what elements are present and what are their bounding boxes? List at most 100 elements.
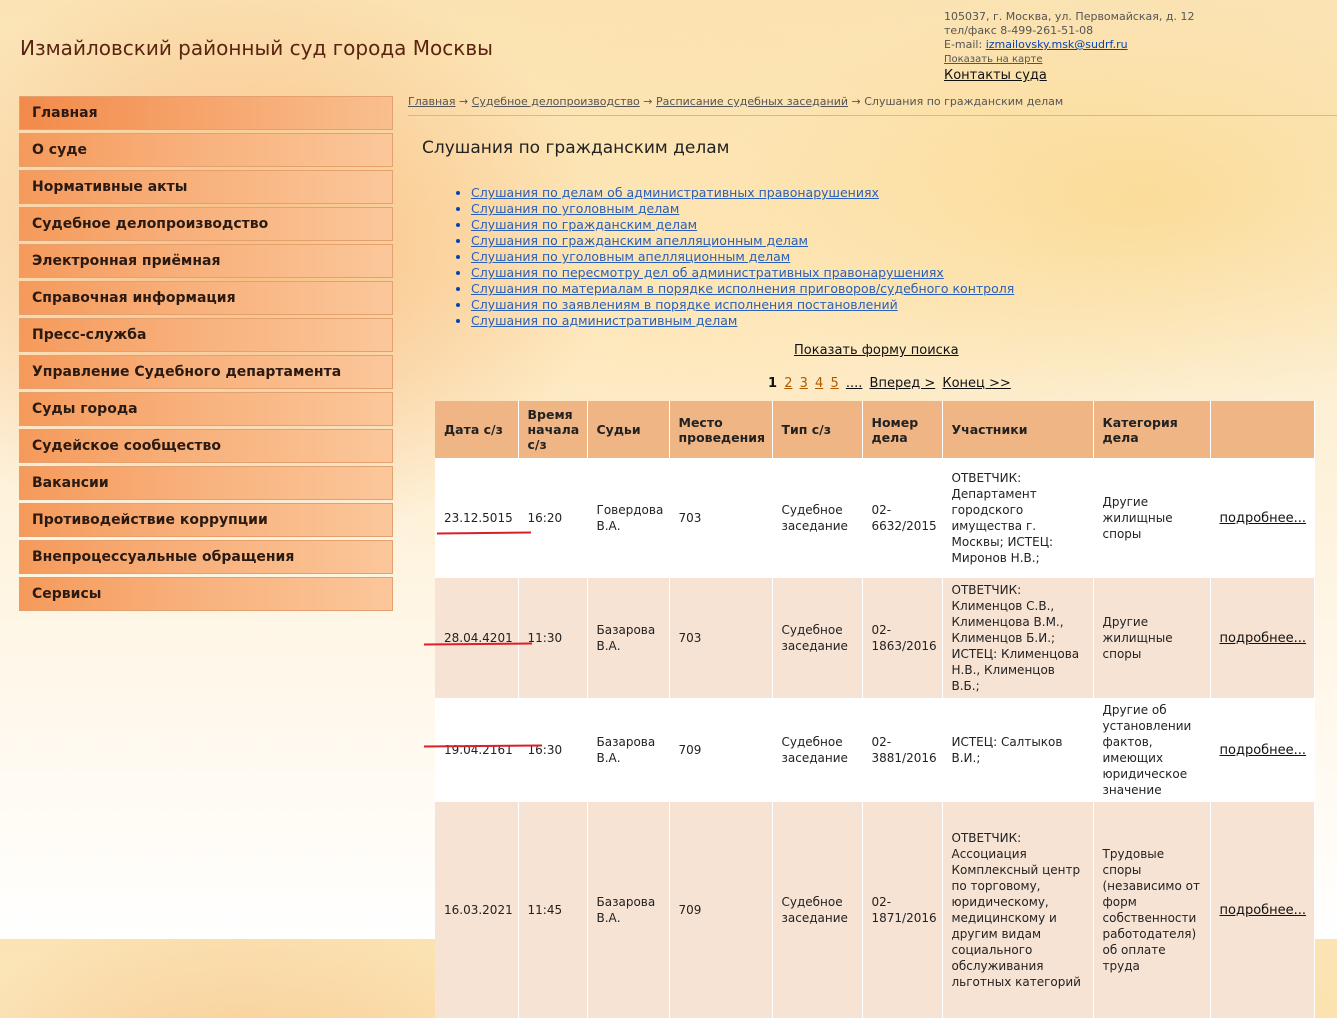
breadcrumb-current: Слушания по гражданским делам (864, 95, 1064, 108)
details-link[interactable]: подробнее... (1220, 631, 1307, 646)
cell-date: 19.04.2161 (435, 698, 519, 802)
map-link[interactable]: Показать на карте (944, 54, 1043, 65)
list-item: Слушания по материалам в порядке исполне… (471, 281, 1014, 297)
show-search-form-link[interactable]: Показать форму поиска (794, 343, 959, 358)
pager-next[interactable]: Вперед > (870, 376, 936, 391)
email-link[interactable]: izmailovsky.msk@sudrf.ru (986, 38, 1128, 51)
sidebar-item-normative-acts[interactable]: Нормативные акты (19, 170, 393, 204)
pager-page-4[interactable]: 4 (815, 376, 823, 391)
column-header-category: Категория дела (1093, 401, 1211, 458)
table-header-row: Дата с/з Время начала с/з Судьи Место пр… (435, 401, 1315, 458)
cell-time: 11:45 (518, 802, 588, 1018)
sidebar-item-appeals[interactable]: Внепроцессуальные обращения (19, 540, 393, 574)
list-item: Слушания по уголовным делам (471, 201, 1014, 217)
table-row: 23.12.5015 16:20 Говердова В.А. 703 Суде… (435, 458, 1315, 578)
column-header-date: Дата с/з (435, 401, 519, 458)
breadcrumb-proceedings[interactable]: Судебное делопроизводство (472, 95, 640, 108)
cell-place: 703 (669, 458, 773, 578)
sidebar-item-city-courts[interactable]: Суды города (19, 392, 393, 426)
cell-participants: ИСТЕЦ: Салтыков В.И.; (942, 698, 1094, 802)
cell-type: Судебное заседание (772, 802, 863, 1018)
sidebar-item-proceedings[interactable]: Судебное делопроизводство (19, 207, 393, 241)
cell-participants: ОТВЕТЧИК: Ассоциация Комплексный центр п… (942, 802, 1094, 1018)
list-item: Слушания по административным делам (471, 313, 1014, 329)
sidebar-item-reference[interactable]: Справочная информация (19, 281, 393, 315)
link-civil-appeal[interactable]: Слушания по гражданским апелляционным де… (471, 233, 808, 248)
link-sentence-execution[interactable]: Слушания по материалам в порядке исполне… (471, 281, 1014, 296)
table-row: 28.04.4201 11:30 Базарова В.А. 703 Судеб… (435, 578, 1315, 698)
header-divider (408, 115, 1337, 116)
cell-case-number: 02-1863/2016 (862, 578, 943, 698)
sidebar-nav: Главная О суде Нормативные акты Судебное… (19, 96, 393, 614)
cell-details: подробнее... (1210, 458, 1315, 578)
pager-page-2[interactable]: 2 (784, 376, 792, 391)
sidebar-item-department[interactable]: Управление Судебного департамента (19, 355, 393, 389)
pager-last[interactable]: Конец >> (942, 376, 1010, 391)
cell-participants: ОТВЕТЧИК: Департамент городского имущест… (942, 458, 1094, 578)
cell-judge: Базарова В.А. (587, 578, 670, 698)
table-row: 19.04.2161 16:30 Базарова В.А. 709 Судеб… (435, 698, 1315, 802)
details-link[interactable]: подробнее... (1220, 743, 1307, 758)
list-item: Слушания по уголовным апелляционным дела… (471, 249, 1014, 265)
cell-participants: ОТВЕТЧИК: Клименцов С.В., Клименцова В.М… (942, 578, 1094, 698)
list-item: Слушания по гражданским делам (471, 217, 1014, 233)
cell-details: подробнее... (1210, 578, 1315, 698)
link-criminal-appeal[interactable]: Слушания по уголовным апелляционным дела… (471, 249, 790, 264)
cell-time: 16:20 (518, 458, 588, 578)
link-administrative[interactable]: Слушания по административным делам (471, 313, 737, 328)
table-row: 16.03.2021 11:45 Базарова В.А. 709 Судеб… (435, 802, 1315, 1018)
breadcrumb: Главная → Судебное делопроизводство → Ра… (408, 95, 1063, 108)
link-criminal[interactable]: Слушания по уголовным делам (471, 201, 679, 216)
cell-judge: Базарова В.А. (587, 802, 670, 1018)
cell-type: Судебное заседание (772, 458, 863, 578)
column-header-details (1210, 401, 1315, 458)
pagination: 1 2 3 4 5 .... Вперед > Конец >> (768, 376, 1014, 391)
link-decree-execution[interactable]: Слушания по заявлениям в порядке исполне… (471, 297, 898, 312)
list-item: Слушания по пересмотру дел об администра… (471, 265, 1014, 281)
contacts-link[interactable]: Контакты суда (944, 69, 1047, 83)
cell-time: 11:30 (518, 578, 588, 698)
breadcrumb-separator: → (459, 95, 469, 108)
cell-judge: Базарова В.А. (587, 698, 670, 802)
sidebar-item-home[interactable]: Главная (19, 96, 393, 130)
cell-type: Судебное заседание (772, 578, 863, 698)
column-header-time: Время начала с/з (518, 401, 588, 458)
cell-details: подробнее... (1210, 802, 1315, 1018)
cell-date: 28.04.4201 (435, 578, 519, 698)
link-admin-review[interactable]: Слушания по пересмотру дел об администра… (471, 265, 944, 280)
sidebar-item-e-reception[interactable]: Электронная приёмная (19, 244, 393, 278)
breadcrumb-home[interactable]: Главная (408, 95, 456, 108)
email-label: E-mail: (944, 38, 983, 51)
cell-case-number: 02-6632/2015 (862, 458, 943, 578)
cell-category: Трудовые споры (независимо от форм собст… (1093, 802, 1211, 1018)
link-civil[interactable]: Слушания по гражданским делам (471, 217, 697, 232)
sidebar-item-about[interactable]: О суде (19, 133, 393, 167)
breadcrumb-schedule[interactable]: Расписание судебных заседаний (656, 95, 848, 108)
column-header-place: Место проведения (669, 401, 773, 458)
phone-text: тел/факс 8-499-261-51-08 (944, 24, 1094, 37)
details-link[interactable]: подробнее... (1220, 903, 1307, 918)
hearing-type-links: Слушания по делам об административных пр… (455, 185, 1014, 329)
cell-place: 703 (669, 578, 773, 698)
link-admin-offences[interactable]: Слушания по делам об административных пр… (471, 185, 879, 200)
list-item: Слушания по гражданским апелляционным де… (471, 233, 1014, 249)
cell-date: 23.12.5015 (435, 458, 519, 578)
sidebar-item-press[interactable]: Пресс-служба (19, 318, 393, 352)
sidebar-item-services[interactable]: Сервисы (19, 577, 393, 611)
cell-date: 16.03.2021 (435, 802, 519, 1018)
pager-current-page: 1 (768, 376, 778, 391)
pager-page-5[interactable]: 5 (830, 376, 838, 391)
column-header-case-number: Номер дела (862, 401, 943, 458)
pager-page-3[interactable]: 3 (800, 376, 808, 391)
sidebar-item-judicial-community[interactable]: Судейское сообщество (19, 429, 393, 463)
column-header-participants: Участники (942, 401, 1094, 458)
pager-ellipsis[interactable]: .... (846, 376, 863, 391)
contacts-block: 105037, г. Москва, ул. Первомайская, д. … (944, 10, 1194, 83)
page-title: Слушания по гражданским делам (422, 138, 730, 158)
email-line: E-mail: izmailovsky.msk@sudrf.ru (944, 38, 1194, 52)
details-link[interactable]: подробнее... (1220, 511, 1307, 526)
sidebar-item-vacancies[interactable]: Вакансии (19, 466, 393, 500)
cell-time: 16:30 (518, 698, 588, 802)
sidebar-item-anticorruption[interactable]: Противодействие коррупции (19, 503, 393, 537)
cell-place: 709 (669, 802, 773, 1018)
